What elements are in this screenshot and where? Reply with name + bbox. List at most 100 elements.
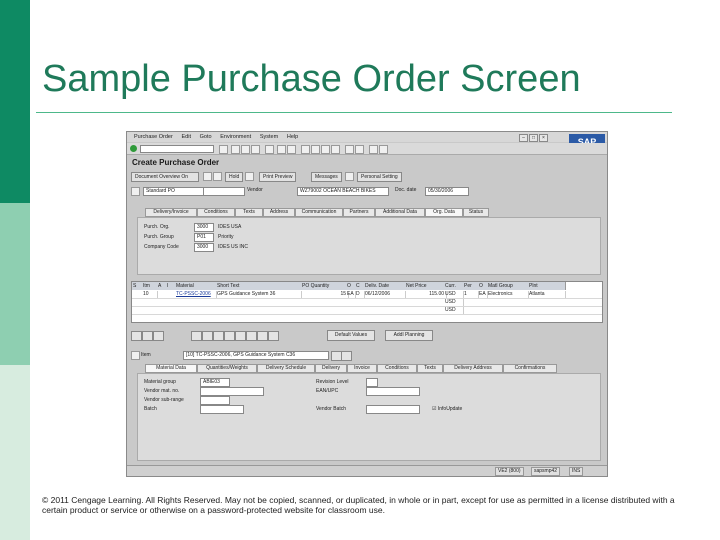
tab-confirmations[interactable]: Confirmations <box>503 364 557 373</box>
tab-quantities-weights[interactable]: Quantities/Weights <box>197 364 257 373</box>
vendor-field[interactable]: WZ79002 OCEAN BEACH BIKES <box>297 187 389 196</box>
tab-item-conditions[interactable]: Conditions <box>377 364 417 373</box>
subtotal-icon[interactable] <box>257 331 268 341</box>
find-icon[interactable] <box>277 145 286 154</box>
check-icon[interactable] <box>245 172 254 181</box>
help-icon[interactable] <box>369 145 378 154</box>
doc-date-field[interactable]: 05/30/2006 <box>425 187 469 196</box>
messages-button[interactable]: Messages <box>311 172 342 182</box>
batch-field[interactable] <box>200 405 244 414</box>
deliv-date-cell[interactable]: 06/12/2006 <box>364 291 406 298</box>
quantity-cell[interactable]: 15 <box>301 291 349 298</box>
document-icon <box>131 187 140 196</box>
matl-group-cell[interactable]: Electronics <box>487 291 529 298</box>
back-icon[interactable] <box>231 145 240 154</box>
layout-icon[interactable] <box>379 145 388 154</box>
close-icon[interactable]: × <box>539 134 548 142</box>
next-page-icon[interactable] <box>321 145 330 154</box>
ean-upc-field[interactable] <box>366 387 420 396</box>
col-deliv-date: Deliv. Date <box>364 282 406 290</box>
net-price-cell[interactable]: 115.00 <box>405 291 447 298</box>
tab-additional-data[interactable]: Additional Data <box>375 208 425 217</box>
menu-system[interactable]: System <box>260 132 278 142</box>
tab-partners[interactable]: Partners <box>343 208 375 217</box>
first-page-icon[interactable] <box>301 145 310 154</box>
next-item-icon[interactable] <box>341 351 352 361</box>
create-icon[interactable] <box>203 172 212 181</box>
menu-edit[interactable]: Edit <box>182 132 191 142</box>
filter-icon[interactable] <box>235 331 246 341</box>
po-type-select[interactable]: Standard PO <box>143 187 205 196</box>
tab-texts[interactable]: Texts <box>235 208 263 217</box>
prev-page-icon[interactable] <box>311 145 320 154</box>
tab-delivery-schedule[interactable]: Delivery Schedule <box>257 364 315 373</box>
tab-material-data[interactable]: Material Data <box>145 364 197 373</box>
tab-delivery-invoice[interactable]: Delivery/Invoice <box>145 208 197 217</box>
purch-org-name: IDES USA <box>218 224 242 230</box>
last-page-icon[interactable] <box>331 145 340 154</box>
tab-communication[interactable]: Communication <box>295 208 343 217</box>
currency-cell: USD <box>444 307 464 314</box>
deselect-icon[interactable] <box>142 331 153 341</box>
vendor-sub-range-field[interactable] <box>200 396 230 405</box>
menu-purchase-order[interactable]: Purchase Order <box>134 132 173 142</box>
menu-goto[interactable]: Goto <box>200 132 212 142</box>
item-select[interactable]: [10] TC-PSSC-2006, GPS Guidance System C… <box>183 351 329 360</box>
shortcut-icon[interactable] <box>355 145 364 154</box>
side-band-mid <box>0 203 30 365</box>
purch-org-field[interactable]: 3000 <box>194 223 214 232</box>
material-group-field[interactable]: ABIE03 <box>200 378 230 387</box>
select-all-icon[interactable] <box>131 331 142 341</box>
company-code-field[interactable]: 3000 <box>194 243 214 252</box>
copy-icon[interactable] <box>191 331 202 341</box>
table-row[interactable]: 10 TC-PSSC-2006 GPS Guidance System 36 1… <box>132 291 602 299</box>
tab-org-data[interactable]: Org. Data <box>425 208 463 217</box>
hold-button[interactable]: Hold <box>225 172 244 182</box>
table-row[interactable]: USD <box>132 307 602 315</box>
tab-conditions[interactable]: Conditions <box>197 208 235 217</box>
sum-icon[interactable] <box>246 331 257 341</box>
tab-delivery-address[interactable]: Delivery Address <box>443 364 503 373</box>
personal-setting-button[interactable]: Personal Setting <box>357 172 402 182</box>
enter-check-icon[interactable] <box>130 145 137 152</box>
print-preview-button[interactable]: Print Preview <box>259 172 297 182</box>
menu-help[interactable]: Help <box>287 132 298 142</box>
revision-level-field[interactable] <box>366 378 378 387</box>
purch-group-name: Priority <box>218 234 234 240</box>
command-field[interactable] <box>140 145 214 153</box>
sort-desc-icon[interactable] <box>224 331 235 341</box>
info-update-text: InfoUpdate <box>437 406 463 412</box>
layout-change-icon[interactable] <box>268 331 279 341</box>
find-next-icon[interactable] <box>287 145 296 154</box>
tab-item-texts[interactable]: Texts <box>417 364 443 373</box>
collapse-icon[interactable] <box>131 351 140 360</box>
tab-address[interactable]: Address <box>263 208 295 217</box>
menu-environment[interactable]: Environment <box>220 132 251 142</box>
tab-status[interactable]: Status <box>463 208 489 217</box>
tab-delivery[interactable]: Delivery <box>315 364 347 373</box>
purch-group-field[interactable]: P01 <box>194 233 214 242</box>
plant-cell[interactable]: Atlanta <box>528 291 566 298</box>
material-cell[interactable]: TC-PSSC-2006 <box>175 291 217 298</box>
info-icon[interactable] <box>345 172 354 181</box>
vendor-batch-field[interactable] <box>366 405 420 414</box>
document-overview-button[interactable]: Document Overview On <box>131 172 199 182</box>
vendor-mat-field[interactable] <box>200 387 264 396</box>
delete-icon[interactable] <box>153 331 164 341</box>
paste-icon[interactable] <box>202 331 213 341</box>
exit-icon[interactable] <box>241 145 250 154</box>
sort-asc-icon[interactable] <box>213 331 224 341</box>
save-icon[interactable] <box>219 145 228 154</box>
addl-planning-button[interactable]: Addl Planning <box>385 330 433 341</box>
tab-invoice[interactable]: Invoice <box>347 364 377 373</box>
minimize-icon[interactable]: – <box>519 134 528 142</box>
table-row[interactable]: USD <box>132 299 602 307</box>
short-text-cell[interactable]: GPS Guidance System 36 <box>216 291 302 298</box>
maximize-icon[interactable]: □ <box>529 134 538 142</box>
other-po-icon[interactable] <box>213 172 222 181</box>
cancel-icon[interactable] <box>251 145 260 154</box>
default-values-button[interactable]: Default Values <box>327 330 375 341</box>
po-number-field[interactable] <box>203 187 245 196</box>
print-icon[interactable] <box>265 145 274 154</box>
new-session-icon[interactable] <box>345 145 354 154</box>
